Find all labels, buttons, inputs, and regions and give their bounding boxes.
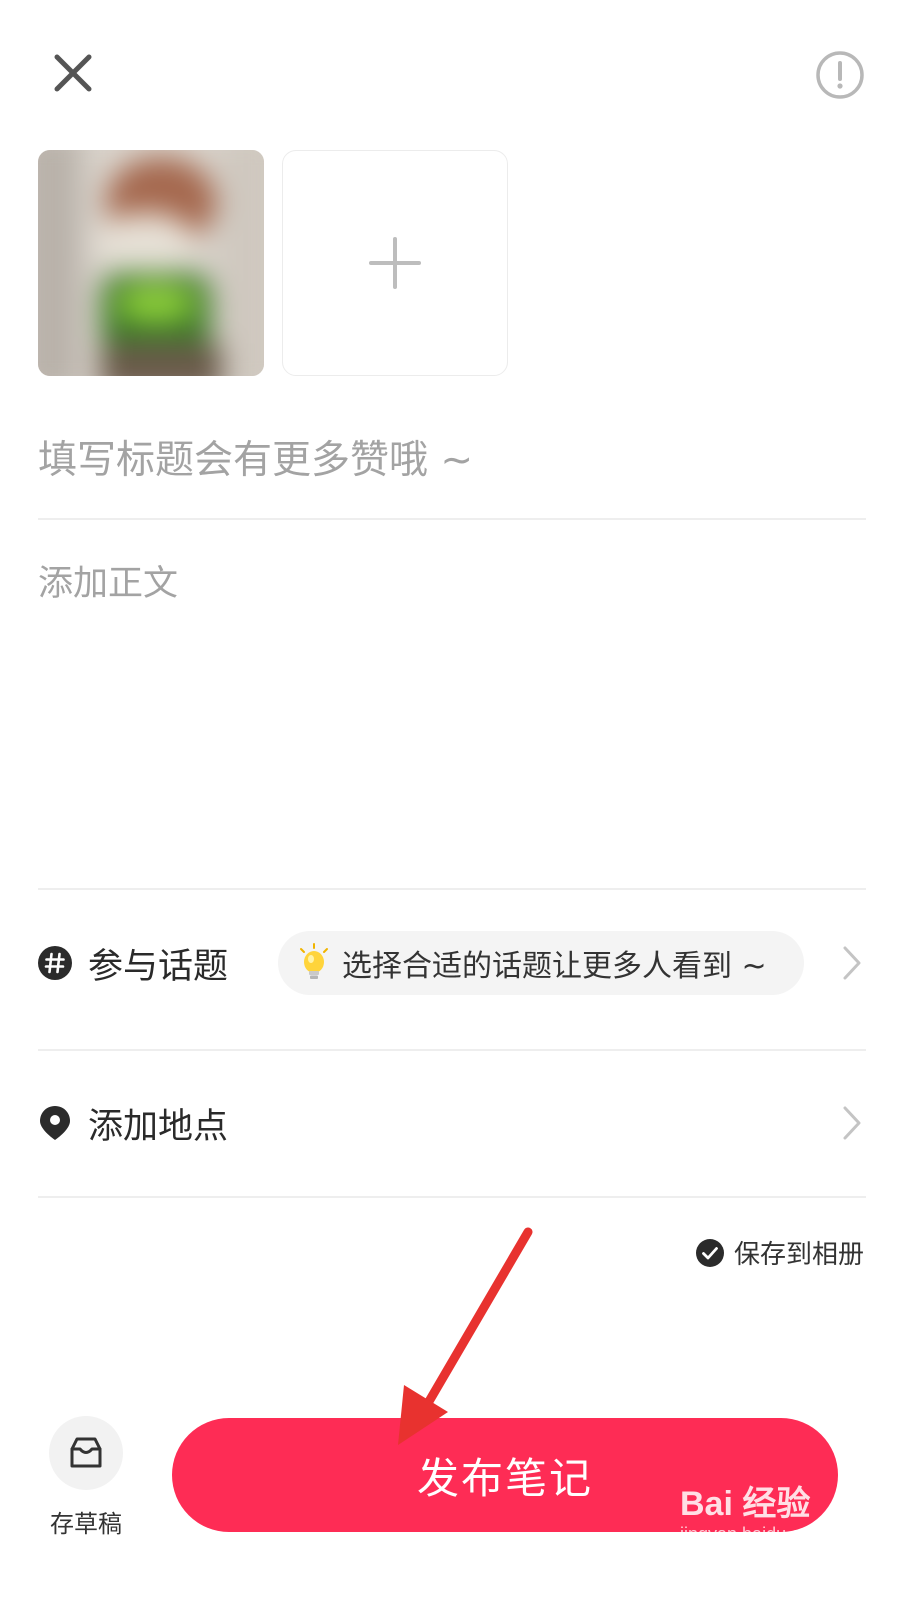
blurred-photo-image: [38, 150, 264, 376]
hashtag-icon: [38, 946, 72, 980]
topic-label: 参与话题: [88, 946, 229, 987]
save-draft-button[interactable]: 存草稿: [46, 1416, 126, 1539]
topic-row[interactable]: 参与话题 选择合适的话题让更多人看到 ~: [38, 930, 866, 996]
photo-thumbnail[interactable]: [38, 150, 264, 376]
title-divider: [38, 518, 866, 520]
exclamation-circle-icon: [816, 51, 864, 99]
topic-suggestion-pill[interactable]: 选择合适的话题让更多人看到 ~: [278, 931, 804, 995]
draft-icon-circle: [49, 1416, 123, 1490]
plus-icon: [369, 237, 421, 289]
close-button[interactable]: [48, 48, 98, 98]
publish-note-label: 发布笔记: [416, 1453, 593, 1503]
note-editor-page: 参与话题 选择合适的话题让更多人看到 ~ 添加地点: [0, 0, 900, 1600]
location-divider: [38, 1196, 866, 1198]
add-media-button[interactable]: [282, 150, 508, 376]
publish-note-button[interactable]: 发布笔记: [172, 1418, 838, 1532]
location-label: 添加地点: [88, 1106, 229, 1147]
save-to-album-label: 保存到相册: [733, 1240, 864, 1270]
inbox-icon: [70, 1437, 102, 1468]
body-textarea[interactable]: [38, 555, 864, 855]
info-button[interactable]: [815, 50, 865, 100]
chevron-right-icon: [843, 1106, 861, 1140]
location-pin-icon: [40, 1106, 70, 1140]
check-circle-icon: [695, 1238, 724, 1267]
title-input[interactable]: [38, 430, 864, 490]
chevron-right-icon: [843, 946, 861, 980]
location-row[interactable]: 添加地点: [38, 1092, 866, 1154]
body-divider: [38, 888, 866, 890]
save-to-album-toggle[interactable]: 保存到相册: [695, 1234, 864, 1271]
close-icon: [54, 54, 92, 92]
save-draft-label: 存草稿: [50, 1510, 122, 1538]
lightbulb-icon: [300, 943, 328, 979]
topic-hint-text: 选择合适的话题让更多人看到 ~: [342, 949, 767, 984]
topic-divider: [38, 1049, 866, 1051]
media-strip: [38, 150, 518, 376]
